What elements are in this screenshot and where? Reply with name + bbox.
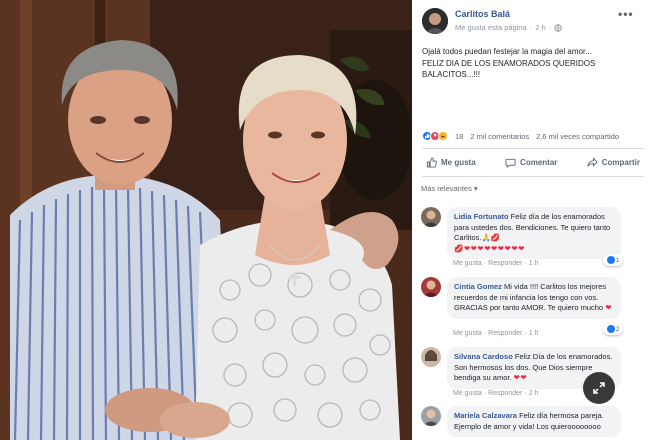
share-button[interactable]: Compartir <box>583 155 644 170</box>
commenter-name[interactable]: Mariela Calzavara <box>454 411 517 420</box>
fullscreen-button[interactable] <box>583 372 615 404</box>
like-label: Me gusta <box>441 157 476 167</box>
comment-icon <box>505 158 516 168</box>
post-header: Carlitos Balá Me gusta esta página · 2 h… <box>412 0 653 40</box>
more-options-button[interactable]: ••• <box>618 7 634 21</box>
comment-time[interactable]: 1 h <box>529 330 539 337</box>
comment-reply-link[interactable]: Responder <box>488 260 522 267</box>
like-button[interactable]: Me gusta <box>422 155 480 170</box>
couple-photo-illustration <box>0 0 412 440</box>
comment-filter-label: Más relevantes <box>421 184 472 193</box>
post-photo[interactable] <box>0 0 412 440</box>
comment-like-link[interactable]: Me gusta <box>453 260 482 267</box>
commenter-name[interactable]: Silvana Cardoso <box>454 352 513 361</box>
commenter-avatar[interactable] <box>421 277 441 297</box>
comment-label: Comentar <box>520 157 558 167</box>
post-text-line: Ojalá todos puedan festejar la magia del… <box>422 47 592 56</box>
comment-reaction-count: 2 <box>615 325 620 333</box>
author-avatar[interactable] <box>422 8 448 34</box>
post-meta: Me gusta esta página · 2 h · <box>455 23 562 32</box>
heart-emoji: ❤❤ <box>513 373 528 382</box>
comment-reaction-badge[interactable]: 2 <box>603 323 623 335</box>
comment-bubble: Mariela Calzavara Feliz día hermosa pare… <box>447 406 621 437</box>
haha-icon <box>438 131 448 141</box>
comment-filter-dropdown[interactable]: Más relevantes ▾ <box>421 184 478 193</box>
share-count[interactable]: 2,6 mil veces compartido <box>536 132 619 141</box>
author-name[interactable]: Carlitos Balá <box>455 9 510 19</box>
comment-emoji-line: 💋❤❤❤❤❤❤❤❤❤ <box>454 243 525 253</box>
like-icon <box>606 256 615 264</box>
caret-down-icon: ▾ <box>473 184 478 193</box>
author-avatar-image <box>422 8 448 34</box>
divider <box>422 148 644 149</box>
commenter-avatar[interactable] <box>421 406 441 426</box>
share-icon <box>587 156 598 167</box>
reaction-count[interactable]: 18 <box>455 132 463 141</box>
share-label: Compartir <box>601 157 640 167</box>
commenter-avatar[interactable] <box>421 347 441 367</box>
post-stats: ♥ 18 2 mil comentarios 2,6 mil veces com… <box>422 130 647 142</box>
comment-item: Cintia Gomez Mi vida !!!! Carlitos los m… <box>421 277 647 341</box>
reaction-icons[interactable]: ♥ <box>422 131 448 141</box>
comment-like-link[interactable]: Me gusta <box>453 390 482 397</box>
commenter-name[interactable]: Lidia Fortunato <box>454 212 509 221</box>
comment-time[interactable]: 2 h <box>529 390 539 397</box>
globe-icon <box>554 23 562 32</box>
comment-like-link[interactable]: Me gusta <box>453 330 482 337</box>
commenter-name[interactable]: Cintia Gomez <box>454 282 502 291</box>
post-text-line: FELIZ DIA DE LOS ENAMORADOS QUERIDOS BAL… <box>422 58 596 80</box>
comment-time[interactable]: 1 h <box>529 260 539 267</box>
commenter-avatar[interactable] <box>421 207 441 227</box>
heart-emoji: ❤ <box>605 303 612 312</box>
divider <box>422 176 644 177</box>
liked-page-label[interactable]: Me gusta esta página <box>455 23 527 32</box>
comment-item: Mariela Calzavara Feliz día hermosa pare… <box>421 406 647 440</box>
photo-viewer: Carlitos Balá Me gusta esta página · 2 h… <box>0 0 653 440</box>
like-icon <box>606 325 615 333</box>
comment-bubble: Lidia Fortunato Feliz día de los enamora… <box>447 207 621 259</box>
comment-reaction-badge[interactable]: 1 <box>603 254 623 266</box>
expand-icon <box>593 382 605 394</box>
comment-reaction-count: 1 <box>615 256 620 264</box>
comment-button[interactable]: Comentar <box>501 155 561 170</box>
comment-meta: Me gusta · Responder · 1 h <box>453 330 539 337</box>
comment-bubble: Cintia Gomez Mi vida !!!! Carlitos los m… <box>447 277 621 319</box>
comment-item: Lidia Fortunato Feliz día de los enamora… <box>421 207 647 269</box>
comment-reply-link[interactable]: Responder <box>488 330 522 337</box>
comment-meta: Me gusta · Responder · 1 h <box>453 260 539 267</box>
post-sidebar: Carlitos Balá Me gusta esta página · 2 h… <box>412 0 653 440</box>
comment-count[interactable]: 2 mil comentarios <box>470 132 529 141</box>
comment-reply-link[interactable]: Responder <box>488 390 522 397</box>
post-time[interactable]: 2 h <box>535 23 545 32</box>
post-text: Ojalá todos puedan festejar la magia del… <box>422 46 644 81</box>
post-actions: Me gusta Comentar Compartir <box>422 151 644 173</box>
thumbs-up-icon <box>426 156 437 168</box>
comment-meta: Me gusta · Responder · 2 h <box>453 390 539 397</box>
